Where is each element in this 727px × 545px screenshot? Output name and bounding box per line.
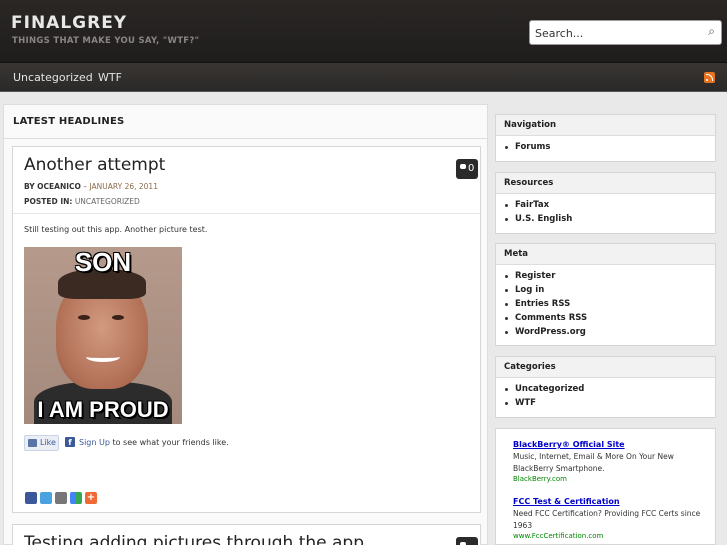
- meme-eye: [112, 315, 124, 320]
- meme-bottom-text: I AM PROUD: [37, 397, 169, 422]
- comment-count: 0: [468, 163, 475, 174]
- meme-eye: [78, 315, 90, 320]
- ad-item: FCC Test & Certification Need FCC Certif…: [513, 497, 713, 540]
- ad-item: BlackBerry® Official Site Music, Interne…: [513, 440, 713, 483]
- widget-link-us-english[interactable]: U.S. English: [504, 214, 572, 228]
- share-more-icon[interactable]: +: [85, 492, 97, 504]
- widget-link-forums[interactable]: Forums: [504, 142, 550, 156]
- post-author[interactable]: OCEANICO: [37, 182, 81, 191]
- post-image[interactable]: SON I AM PROUD: [24, 247, 182, 424]
- widget-link-uncategorized[interactable]: Uncategorized: [504, 384, 584, 398]
- widget-title: Meta: [496, 244, 715, 265]
- post-category-link[interactable]: UNCATEGORIZED: [75, 197, 140, 206]
- widget-link-wordpress[interactable]: WordPress.org: [504, 327, 587, 341]
- facebook-signup-link[interactable]: Sign Up: [79, 438, 110, 447]
- widget-list: Forums: [504, 142, 550, 156]
- main-content: LATEST HEADLINES Another attempt 0 BY OC…: [3, 104, 488, 545]
- nav-item-uncategorized[interactable]: Uncategorized: [13, 71, 93, 84]
- facebook-signup-suffix: to see what your friends like.: [112, 438, 229, 447]
- post-category: POSTED IN: UNCATEGORIZED: [24, 197, 140, 206]
- rss-icon[interactable]: [704, 72, 715, 83]
- widget-categories: Categories Uncategorized WTF: [495, 356, 716, 418]
- post-byline: BY OCEANICO – JANUARY 26, 2011: [24, 182, 158, 191]
- widget-list: Register Log in Entries RSS Comments RSS…: [504, 271, 587, 341]
- meme-top-text: SON: [74, 247, 132, 277]
- widget-title: Navigation: [496, 115, 715, 136]
- comment-count-badge[interactable]: [456, 537, 478, 545]
- widget-list: Uncategorized WTF: [504, 384, 584, 412]
- thumbs-up-icon: [28, 439, 37, 447]
- site-title[interactable]: FINALGREY: [11, 13, 127, 33]
- widget-list: FairTax U.S. English: [504, 200, 572, 228]
- ad-text: Need FCC Certification? Providing FCC Ce…: [513, 509, 701, 530]
- share-print-icon[interactable]: [55, 492, 67, 504]
- widget-link-login[interactable]: Log in: [504, 285, 587, 299]
- widget-link-entries-rss[interactable]: Entries RSS: [504, 299, 587, 313]
- widget-resources: Resources FairTax U.S. English: [495, 172, 716, 234]
- nav-item-wtf[interactable]: WTF: [98, 71, 122, 84]
- share-twitter-icon[interactable]: [40, 492, 52, 504]
- facebook-like-button[interactable]: Like: [24, 435, 59, 451]
- main-navigation: Uncategorized WTF: [0, 63, 727, 92]
- like-label: Like: [40, 438, 56, 447]
- byline-separator: –: [83, 182, 88, 191]
- post: Another attempt 0 BY OCEANICO – JANUARY …: [12, 146, 481, 513]
- posted-in-label: POSTED IN:: [24, 197, 73, 206]
- facebook-signup-text: Sign Up to see what your friends like.: [79, 438, 229, 447]
- widget-link-wtf[interactable]: WTF: [504, 398, 584, 412]
- search-input[interactable]: [535, 25, 695, 41]
- ad-url[interactable]: www.FccCertification.com: [513, 532, 713, 540]
- search-box[interactable]: ⌕: [529, 20, 722, 45]
- facebook-icon: f: [65, 437, 75, 447]
- ad-title[interactable]: FCC Test & Certification: [513, 497, 713, 506]
- post-title[interactable]: Testing adding pictures through the app: [24, 533, 364, 545]
- widget-title: Resources: [496, 173, 715, 194]
- divider: [4, 138, 487, 139]
- ad-text: Music, Internet, Email & More On Your Ne…: [513, 452, 674, 473]
- ad-url[interactable]: BlackBerry.com: [513, 475, 713, 483]
- share-google-icon[interactable]: [70, 492, 82, 504]
- widget-navigation: Navigation Forums: [495, 114, 716, 162]
- meme-mouth: [86, 352, 120, 362]
- share-facebook-icon[interactable]: [25, 492, 37, 504]
- comment-count-badge[interactable]: 0: [456, 159, 478, 179]
- ad-block: BlackBerry® Official Site Music, Interne…: [495, 428, 716, 545]
- section-title: LATEST HEADLINES: [13, 116, 125, 127]
- by-label: BY: [24, 182, 35, 191]
- post-excerpt: Still testing out this app. Another pict…: [24, 225, 208, 234]
- divider: [13, 213, 480, 214]
- ad-title[interactable]: BlackBerry® Official Site: [513, 440, 713, 449]
- post: Testing adding pictures through the app: [12, 524, 481, 545]
- site-description: THINGS THAT MAKE YOU SAY, "WTF?": [12, 36, 200, 46]
- widget-link-comments-rss[interactable]: Comments RSS: [504, 313, 587, 327]
- widget-title: Categories: [496, 357, 715, 378]
- post-title[interactable]: Another attempt: [24, 155, 165, 175]
- post-date: JANUARY 26, 2011: [89, 182, 158, 191]
- widget-meta: Meta Register Log in Entries RSS Comment…: [495, 243, 716, 346]
- site-header: FINALGREY THINGS THAT MAKE YOU SAY, "WTF…: [0, 0, 727, 63]
- widget-link-register[interactable]: Register: [504, 271, 587, 285]
- search-icon[interactable]: ⌕: [708, 24, 715, 39]
- comment-bubble-icon: [460, 164, 466, 169]
- widget-link-fairtax[interactable]: FairTax: [504, 200, 572, 214]
